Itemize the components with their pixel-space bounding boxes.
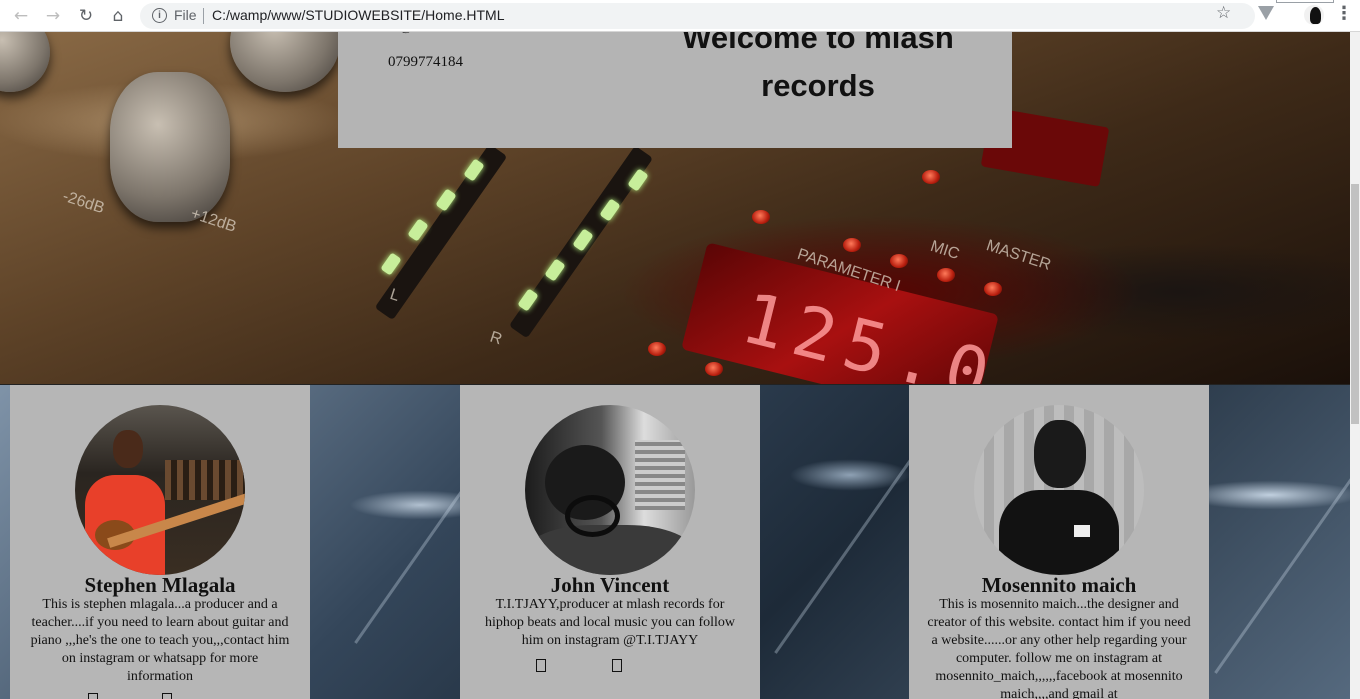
header-box: ...@... 0799774184 Welcome to mlash reco… bbox=[338, 32, 1012, 148]
url-text[interactable]: C:/wamp/www/STUDIOWEBSITE/Home.HTML bbox=[212, 7, 504, 23]
red-button bbox=[752, 210, 770, 224]
address-bar[interactable]: i File C:/wamp/www/STUDIOWEBSITE/Home.HT… bbox=[140, 3, 1255, 29]
browser-toolbar: ← → ↻ ⌂ i File C:/wamp/www/STUDIOWEBSITE… bbox=[0, 0, 1360, 32]
vertical-scrollbar[interactable] bbox=[1350, 32, 1360, 699]
avatar bbox=[974, 405, 1144, 575]
db-high-label: +12dB bbox=[188, 205, 239, 236]
home-icon[interactable]: ⌂ bbox=[107, 5, 129, 27]
red-button bbox=[922, 170, 940, 184]
knob bbox=[0, 32, 50, 92]
background-stripe bbox=[1214, 459, 1350, 674]
instagram-icon[interactable] bbox=[88, 693, 98, 699]
profile-description: T.I.TJAYY,producer at mlash records for … bbox=[485, 597, 735, 648]
scrollbar-thumb[interactable] bbox=[1351, 184, 1359, 424]
profile-card-john: John Vincent T.I.TJAYY,producer at mlash… bbox=[460, 385, 760, 699]
reload-icon[interactable]: ↻ bbox=[75, 5, 97, 27]
red-button bbox=[843, 238, 861, 252]
red-button bbox=[648, 342, 666, 356]
avatar bbox=[525, 405, 695, 575]
back-icon[interactable]: ← bbox=[10, 5, 32, 27]
contact-phone: 0799774184 bbox=[388, 54, 463, 70]
avatar bbox=[75, 405, 245, 575]
forward-icon[interactable]: → bbox=[42, 5, 64, 27]
knob bbox=[230, 32, 340, 92]
omnibox-divider bbox=[203, 8, 204, 24]
background-stripe bbox=[774, 439, 926, 654]
profile-description: This is mosennito maich...the designer a… bbox=[927, 597, 1191, 699]
profiles-section: Stephen Mlagala This is stephen mlagala.… bbox=[0, 385, 1350, 699]
extension-tooltip-edge bbox=[1276, 0, 1334, 3]
profile-card-stephen: Stephen Mlagala This is stephen mlagala.… bbox=[10, 385, 310, 699]
page-title: Welcome to mlash records bbox=[682, 32, 954, 103]
facebook-icon[interactable] bbox=[612, 659, 622, 672]
profile-name: Stephen Mlagala bbox=[84, 573, 236, 597]
red-button bbox=[890, 254, 908, 268]
whatsapp-icon[interactable] bbox=[162, 693, 172, 699]
profile-name: John Vincent bbox=[550, 573, 670, 597]
profile-card-mosennito: Mosennito maich This is mosennito maich.… bbox=[909, 385, 1209, 699]
instagram-icon[interactable] bbox=[536, 659, 546, 672]
star-icon[interactable]: ☆ bbox=[1216, 3, 1231, 23]
db-low-label: -26dB bbox=[60, 187, 107, 218]
right-channel-label: R bbox=[487, 328, 505, 349]
knob bbox=[110, 72, 230, 222]
red-button bbox=[937, 268, 955, 282]
profile-icon[interactable] bbox=[1304, 5, 1324, 25]
red-button bbox=[984, 282, 1002, 296]
mic-label: MIC bbox=[928, 237, 962, 264]
info-icon[interactable]: i bbox=[152, 8, 167, 23]
contact-email: ...@... bbox=[388, 32, 424, 35]
profile-description: This is stephen mlagala...a producer and… bbox=[30, 597, 290, 684]
master-label: MASTER bbox=[984, 237, 1053, 274]
menu-icon[interactable]: ⋮ bbox=[1335, 3, 1353, 24]
profile-name: Mosennito maich bbox=[981, 573, 1137, 597]
extension-icon[interactable] bbox=[1258, 6, 1274, 20]
file-label: File bbox=[174, 7, 197, 23]
red-button bbox=[705, 362, 723, 376]
page-viewport[interactable]: 125.0 PARAMETER I MASTER MIC L R -26dB +… bbox=[0, 32, 1350, 699]
